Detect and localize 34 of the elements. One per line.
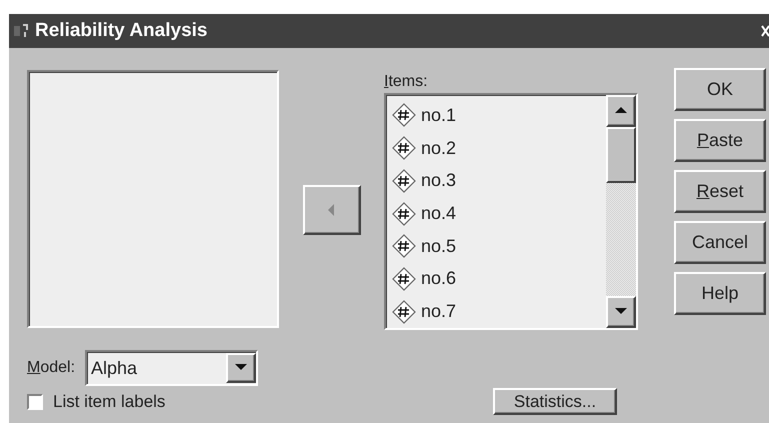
scroll-down-button[interactable]: [606, 296, 636, 328]
numeric-variable-icon: [392, 234, 416, 258]
numeric-variable-icon: [392, 168, 416, 193]
numeric-variable-icon: [392, 266, 416, 291]
model-dropdown[interactable]: Alpha: [85, 350, 258, 386]
dialog-button[interactable]: OK: [674, 68, 766, 111]
numeric-variable-icon: [392, 202, 416, 226]
dialog-button[interactable]: Cancel: [674, 221, 766, 264]
list-item[interactable]: no.7: [392, 295, 606, 328]
numeric-variable-icon: [392, 300, 416, 324]
list-item[interactable]: no.3: [392, 164, 606, 198]
close-icon[interactable]: [761, 24, 769, 38]
numeric-variable-icon: [392, 136, 416, 160]
items-label: Items:: [384, 73, 429, 91]
list-item[interactable]: no.1: [392, 99, 606, 132]
dialog-button[interactable]: Reset: [674, 170, 766, 213]
dialog-button[interactable]: Help: [674, 272, 766, 315]
scrollbar[interactable]: [606, 95, 636, 328]
statistics-button[interactable]: Statistics...: [493, 388, 617, 415]
list-item[interactable]: no.4: [392, 197, 606, 230]
checkbox-label: List item labels: [53, 392, 166, 412]
list-item[interactable]: no.2: [392, 132, 606, 164]
items-list[interactable]: no.1 no.2 no.3 no.4 no.5 no.6 no.7: [384, 93, 638, 330]
checkbox[interactable]: [27, 394, 43, 410]
dialog-button[interactable]: Paste: [674, 119, 766, 162]
scroll-up-button[interactable]: [606, 95, 636, 127]
window-title: Reliability Analysis: [35, 20, 208, 42]
list-item[interactable]: no.5: [392, 230, 606, 263]
app-icon: [13, 22, 31, 40]
model-label: Model:: [27, 359, 76, 377]
scroll-thumb[interactable]: [606, 127, 636, 183]
numeric-variable-icon: [392, 103, 416, 128]
list-item[interactable]: no.6: [392, 262, 606, 296]
source-variable-list[interactable]: [27, 70, 279, 328]
